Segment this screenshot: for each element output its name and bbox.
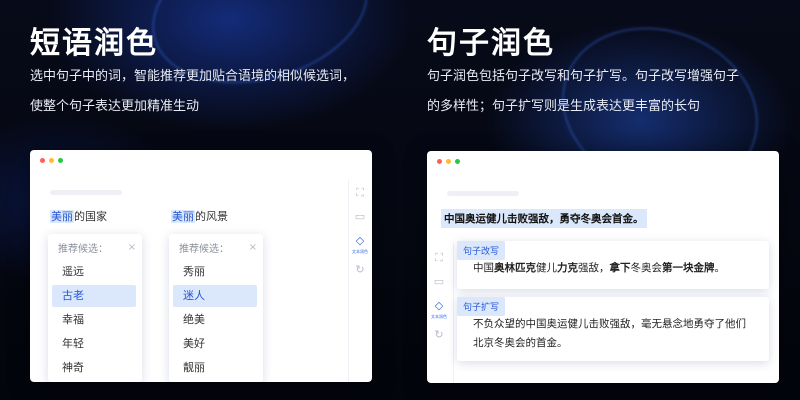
candidate-option[interactable]: 遥远 <box>52 261 136 283</box>
phrase-text[interactable]: 美丽的风景 <box>171 208 228 224</box>
changed-text: 拿下 <box>609 262 631 274</box>
description-line: 使整个句子表达更加精准生动 <box>30 99 200 114</box>
candidate-header: 推荐候选： × <box>48 234 142 259</box>
phrase-polish-panel: 短语润色 选中句子中的词，智能推荐更加贴合语境的相似候选词， 使整个句子表达更加… <box>0 0 400 400</box>
text-span: 冬奥会 <box>630 262 663 274</box>
changed-text: 奥林匹克 <box>494 262 536 274</box>
app-window: 中国奥运健儿击败强敌，勇夺冬奥会首金。 ⛶ ▭ ◇ 文本润色 ↻ 句子改写 中国… <box>427 151 779 383</box>
text-span: 健儿 <box>536 262 557 274</box>
window-controls <box>40 158 63 163</box>
placeholder-bar <box>50 190 122 195</box>
text-span: 中国 <box>473 262 494 274</box>
scan-icon[interactable]: ⛶ <box>353 186 367 200</box>
candidate-popup: 推荐候选： × 遥远 古老 幸福 年轻 神奇 <box>48 234 142 382</box>
changed-text: 第一块金牌 <box>662 262 715 274</box>
expand-line: 不负众望的中国奥运健儿击败强敌，毫无悬念地勇夺了他们 <box>473 318 746 330</box>
rewrite-text: 中国奥林匹克健儿力克强敌，拿下冬奥会第一块金牌。 <box>473 259 725 278</box>
candidate-option[interactable]: 秀丽 <box>173 261 257 283</box>
original-sentence[interactable]: 中国奥运健儿击败强敌，勇夺冬奥会首金。 <box>441 209 647 228</box>
maximize-dot[interactable] <box>455 159 460 164</box>
rewrite-card[interactable]: 句子改写 中国奥林匹克健儿力克强敌，拿下冬奥会第一块金牌。 <box>457 241 769 289</box>
close-icon[interactable]: × <box>128 242 136 253</box>
candidate-option[interactable]: 幸福 <box>52 309 136 331</box>
text-span: 强敌， <box>578 262 610 274</box>
panel-description: 选中句子中的词，智能推荐更加贴合语境的相似候选词， 使整个句子表达更加精准生动 <box>30 62 390 122</box>
selected-word[interactable]: 美丽 <box>171 210 195 223</box>
tool-sidebar: ⛶ ▭ ◇ 文本润色 ↻ <box>349 186 371 287</box>
sidebar-divider <box>453 243 454 383</box>
candidate-option-selected[interactable]: 古老 <box>52 285 136 307</box>
chat-icon[interactable]: ▭ <box>432 275 446 289</box>
candidate-title: 推荐候选： <box>58 244 108 255</box>
expand-card[interactable]: 句子扩写 不负众望的中国奥运健儿击败强敌，毫无悬念地勇夺了他们 北京冬奥会的首金… <box>457 297 769 361</box>
tool-sidebar: ⛶ ▭ ◇ 文本润色 ↻ <box>428 251 450 352</box>
expand-tag: 句子扩写 <box>457 297 506 316</box>
polish-icon[interactable]: ◇ <box>353 234 367 248</box>
changed-text: 力克 <box>557 262 578 274</box>
candidate-title: 推荐候选： <box>179 244 229 255</box>
phrase-text[interactable]: 美丽的国家 <box>50 208 107 224</box>
close-icon[interactable]: × <box>249 242 257 253</box>
close-dot[interactable] <box>40 158 45 163</box>
sidebar-caption: 文本润色 <box>431 314 447 319</box>
description-line: 句子润色包括句子改写和句子扩写。句子改写增强句子 <box>427 69 740 84</box>
maximize-dot[interactable] <box>58 158 63 163</box>
candidate-option[interactable]: 靓丽 <box>173 357 257 379</box>
selected-word[interactable]: 美丽 <box>50 210 74 223</box>
refresh-icon[interactable]: ↻ <box>432 328 446 342</box>
candidate-header: 推荐候选： × <box>169 234 263 259</box>
scan-icon[interactable]: ⛶ <box>432 251 446 265</box>
candidate-option[interactable]: 美好 <box>173 333 257 355</box>
text-span: 。 <box>714 262 726 274</box>
candidate-option[interactable]: 绝美 <box>173 309 257 331</box>
phrase-rest: 的风景 <box>195 210 228 223</box>
panel-description: 句子润色包括句子改写和句子扩写。句子改写增强句子 的多样性；句子扩写则是生成表达… <box>427 62 787 122</box>
sidebar-caption: 文本润色 <box>352 249 368 254</box>
refresh-icon[interactable]: ↻ <box>353 263 367 277</box>
candidate-option[interactable]: 神奇 <box>52 357 136 379</box>
expand-line: 北京冬奥会的首金。 <box>473 337 568 349</box>
panel-title: 短语润色 <box>30 26 158 61</box>
chat-icon[interactable]: ▭ <box>353 210 367 224</box>
rewrite-tag: 句子改写 <box>457 241 506 260</box>
sentence-polish-panel: 句子润色 句子润色包括句子改写和句子扩写。句子改写增强句子 的多样性；句子扩写则… <box>400 0 800 400</box>
candidate-option[interactable]: 年轻 <box>52 333 136 355</box>
window-controls <box>437 159 460 164</box>
phrase-rest: 的国家 <box>74 210 107 223</box>
candidate-popup: 推荐候选： × 秀丽 迷人 绝美 美好 靓丽 <box>169 234 263 382</box>
polish-icon[interactable]: ◇ <box>432 299 446 313</box>
panel-title: 句子润色 <box>427 26 555 61</box>
app-window: 美丽的国家 推荐候选： × 遥远 古老 幸福 年轻 神奇 美丽的风景 推荐候选：… <box>30 150 372 382</box>
placeholder-bar <box>447 191 519 196</box>
expand-text: 不负众望的中国奥运健儿击败强敌，毫无悬念地勇夺了他们 北京冬奥会的首金。 <box>473 315 746 353</box>
minimize-dot[interactable] <box>446 159 451 164</box>
close-dot[interactable] <box>437 159 442 164</box>
description-line: 选中句子中的词，智能推荐更加贴合语境的相似候选词， <box>30 69 356 84</box>
candidate-option-selected[interactable]: 迷人 <box>173 285 257 307</box>
description-line: 的多样性；句子扩写则是生成表达更丰富的长句 <box>427 99 701 114</box>
minimize-dot[interactable] <box>49 158 54 163</box>
